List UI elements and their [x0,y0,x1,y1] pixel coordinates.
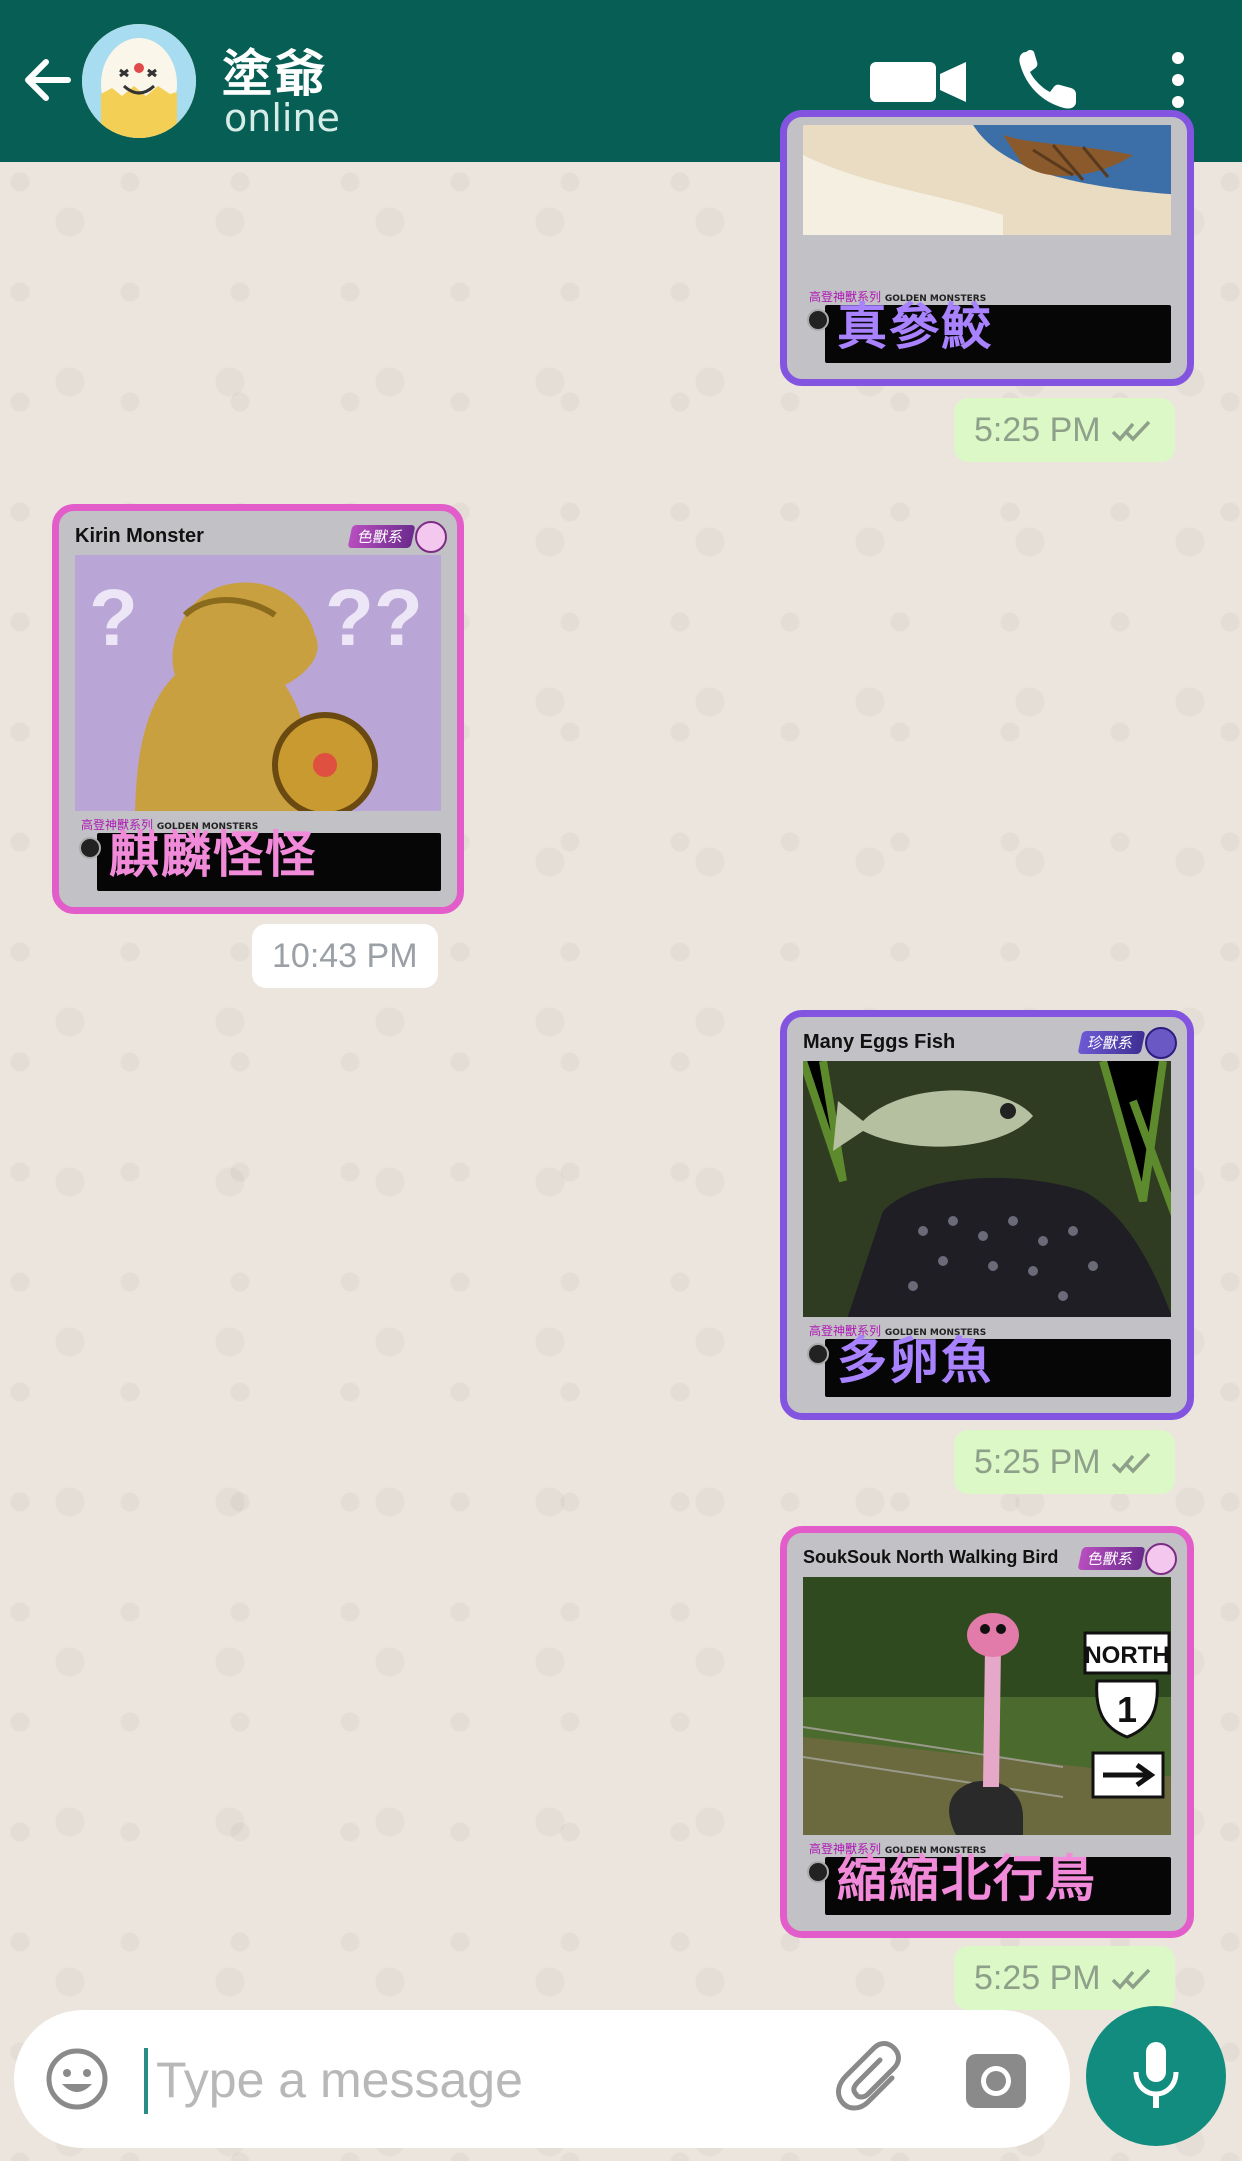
attach-button[interactable] [834,2040,914,2120]
attach-icon [836,2041,901,2111]
card-type-tag: 色獸系 [347,525,416,548]
camera-button[interactable] [964,2048,1028,2112]
mic-icon [1133,2042,1179,2108]
more-options-button[interactable] [1150,48,1206,112]
card-picture [803,1061,1171,1317]
back-button[interactable] [18,50,78,110]
message-timestamp: 10:43 PM [252,924,438,988]
voice-record-button[interactable] [1086,2006,1226,2146]
card-type-emblem-icon [1145,1543,1177,1575]
card-title: Kirin Monster [75,525,204,547]
card-title: Many Eggs Fish [803,1031,956,1053]
road-sign-north: NORTH [1084,1642,1169,1669]
card-chinese-name: 麒麟怪怪 [109,825,317,884]
sticker-card-message[interactable]: Many Eggs Fish 珍獸系 高登神獸系列 GOLDEN MONSTER… [780,1010,1194,1420]
message-timestamp: 5:25 PM [954,398,1175,462]
card-rarity-dot [807,1861,829,1883]
text-cursor [144,2048,148,2114]
contact-avatar[interactable] [82,24,196,138]
card-chinese-name: 多卵魚 [837,1331,993,1390]
message-input[interactable] [154,2040,798,2120]
card-type-emblem-icon [1145,1027,1177,1059]
video-call-button[interactable] [868,48,978,112]
voice-call-button[interactable] [1012,48,1092,112]
message-timestamp: 5:25 PM [954,1430,1175,1494]
back-arrow-icon [25,59,71,101]
card-rarity-dot [807,1343,829,1365]
double-check-icon [1111,1452,1150,1474]
card-type-tag: 珍獸系 [1077,1031,1146,1054]
road-sign-route: 1 [1117,1689,1137,1730]
sticker-card-message[interactable]: SoukSouk North Walking Bird 色獸系 NORTH 1 [780,1526,1194,1938]
message-timestamp: 5:25 PM [954,1946,1175,2010]
double-check-icon [1111,1968,1150,1990]
card-picture: ? ?? [75,555,441,811]
card-type-emblem-icon [415,521,447,553]
card-rarity-dot [79,837,101,859]
message-composer [14,2010,1070,2148]
phone-icon [1019,50,1076,109]
camera-icon [966,2054,1026,2108]
double-check-icon [1111,420,1150,442]
emoji-button[interactable] [44,2046,110,2112]
sticker-card-message[interactable]: Kirin Monster 色獸系 ? ?? 高登神獸系列 GOLDEN MON… [52,504,464,914]
card-chinese-name: 真參鮫 [837,297,993,356]
video-call-icon [870,62,966,102]
svg-text:?: ? [89,573,138,662]
card-title: SoukSouk North Walking Bird [803,1547,1059,1567]
svg-text:??: ?? [325,573,423,662]
card-picture [803,125,1171,283]
egg-avatar-image [82,24,196,138]
card-type-tag: 色獸系 [1077,1547,1146,1570]
sticker-card-message[interactable]: 高登神獸系列 GOLDEN MONSTERS 真參鮫 [780,110,1194,386]
card-picture: NORTH 1 [803,1577,1171,1835]
card-chinese-name: 縮縮北行鳥 [837,1849,1097,1908]
more-vert-icon [1172,52,1184,108]
card-rarity-dot [807,309,829,331]
emoji-icon [46,2048,108,2110]
contact-status: online [224,96,340,140]
